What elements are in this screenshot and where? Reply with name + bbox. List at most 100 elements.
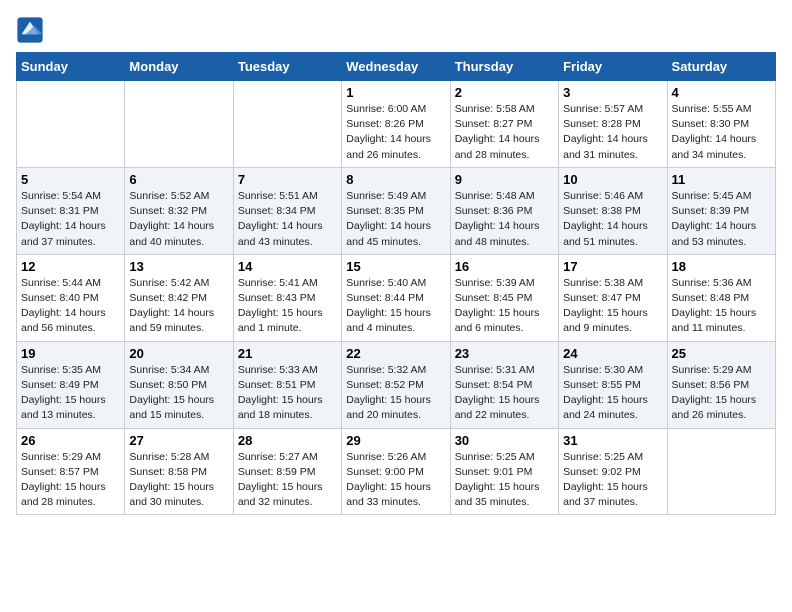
calendar-cell: 8 Sunrise: 5:49 AM Sunset: 8:35 PM Daylig… — [342, 167, 450, 254]
calendar-table: SundayMondayTuesdayWednesdayThursdayFrid… — [16, 52, 776, 515]
day-number: 8 — [346, 172, 445, 187]
logo — [16, 16, 46, 44]
day-number: 25 — [672, 346, 771, 361]
calendar-header-row: SundayMondayTuesdayWednesdayThursdayFrid… — [17, 53, 776, 81]
calendar-cell: 27 Sunrise: 5:28 AM Sunset: 8:58 PM Dayli… — [125, 428, 233, 515]
day-info: Sunrise: 5:57 AM Sunset: 8:28 PM Dayligh… — [563, 102, 662, 163]
header-monday: Monday — [125, 53, 233, 81]
calendar-cell: 10 Sunrise: 5:46 AM Sunset: 8:38 PM Dayli… — [559, 167, 667, 254]
day-number: 5 — [21, 172, 120, 187]
calendar-cell: 4Sunrise: 5:55 AM Sunset: 8:30 PM Daylig… — [667, 81, 775, 168]
calendar-cell: 23Sunrise: 5:31 AM Sunset: 8:54 PM Dayli… — [450, 341, 558, 428]
calendar-cell: 18 Sunrise: 5:36 AM Sunset: 8:48 PM Dayli… — [667, 254, 775, 341]
calendar-cell: 12 Sunrise: 5:44 AM Sunset: 8:40 PM Dayli… — [17, 254, 125, 341]
calendar-week-row: 12 Sunrise: 5:44 AM Sunset: 8:40 PM Dayli… — [17, 254, 776, 341]
day-number: 14 — [238, 259, 337, 274]
day-info: Sunrise: 5:29 AM Sunset: 8:56 PM Dayligh… — [672, 363, 771, 424]
day-info: Sunrise: 5:39 AM Sunset: 8:45 PM Dayligh… — [455, 276, 554, 337]
calendar-cell: 7 Sunrise: 5:51 AM Sunset: 8:34 PM Daylig… — [233, 167, 341, 254]
day-info: Sunrise: 5:38 AM Sunset: 8:47 PM Dayligh… — [563, 276, 662, 337]
day-info: Sunrise: 5:29 AM Sunset: 8:57 PM Dayligh… — [21, 450, 120, 511]
day-info: Sunrise: 6:00 AM Sunset: 8:26 PM Dayligh… — [346, 102, 445, 163]
day-number: 13 — [129, 259, 228, 274]
day-info: Sunrise: 5:48 AM Sunset: 8:36 PM Dayligh… — [455, 189, 554, 250]
day-number: 22 — [346, 346, 445, 361]
day-info: Sunrise: 5:46 AM Sunset: 8:38 PM Dayligh… — [563, 189, 662, 250]
calendar-cell: 6Sunrise: 5:52 AM Sunset: 8:32 PM Daylig… — [125, 167, 233, 254]
calendar-cell: 11 Sunrise: 5:45 AM Sunset: 8:39 PM Dayli… — [667, 167, 775, 254]
header-wednesday: Wednesday — [342, 53, 450, 81]
calendar-cell: 17 Sunrise: 5:38 AM Sunset: 8:47 PM Dayli… — [559, 254, 667, 341]
calendar-week-row: 5 Sunrise: 5:54 AM Sunset: 8:31 PM Daylig… — [17, 167, 776, 254]
day-number: 1 — [346, 85, 445, 100]
day-number: 10 — [563, 172, 662, 187]
calendar-cell: 30Sunrise: 5:25 AM Sunset: 9:01 PM Dayli… — [450, 428, 558, 515]
day-info: Sunrise: 5:54 AM Sunset: 8:31 PM Dayligh… — [21, 189, 120, 250]
calendar-cell: 29 Sunrise: 5:26 AM Sunset: 9:00 PM Dayli… — [342, 428, 450, 515]
calendar-cell — [233, 81, 341, 168]
calendar-cell: 5 Sunrise: 5:54 AM Sunset: 8:31 PM Daylig… — [17, 167, 125, 254]
day-number: 16 — [455, 259, 554, 274]
calendar-cell: 24 Sunrise: 5:30 AM Sunset: 8:55 PM Dayli… — [559, 341, 667, 428]
day-info: Sunrise: 5:25 AM Sunset: 9:02 PM Dayligh… — [563, 450, 662, 511]
day-info: Sunrise: 5:36 AM Sunset: 8:48 PM Dayligh… — [672, 276, 771, 337]
header-saturday: Saturday — [667, 53, 775, 81]
day-number: 26 — [21, 433, 120, 448]
day-info: Sunrise: 5:35 AM Sunset: 8:49 PM Dayligh… — [21, 363, 120, 424]
header-sunday: Sunday — [17, 53, 125, 81]
day-info: Sunrise: 5:51 AM Sunset: 8:34 PM Dayligh… — [238, 189, 337, 250]
day-info: Sunrise: 5:40 AM Sunset: 8:44 PM Dayligh… — [346, 276, 445, 337]
calendar-cell: 2 Sunrise: 5:58 AM Sunset: 8:27 PM Daylig… — [450, 81, 558, 168]
day-info: Sunrise: 5:30 AM Sunset: 8:55 PM Dayligh… — [563, 363, 662, 424]
day-info: Sunrise: 5:52 AM Sunset: 8:32 PM Dayligh… — [129, 189, 228, 250]
day-info: Sunrise: 5:33 AM Sunset: 8:51 PM Dayligh… — [238, 363, 337, 424]
calendar-cell: 3 Sunrise: 5:57 AM Sunset: 8:28 PM Daylig… — [559, 81, 667, 168]
day-info: Sunrise: 5:31 AM Sunset: 8:54 PM Dayligh… — [455, 363, 554, 424]
day-info: Sunrise: 5:49 AM Sunset: 8:35 PM Dayligh… — [346, 189, 445, 250]
calendar-cell: 13 Sunrise: 5:42 AM Sunset: 8:42 PM Dayli… — [125, 254, 233, 341]
day-info: Sunrise: 5:55 AM Sunset: 8:30 PM Dayligh… — [672, 102, 771, 163]
day-number: 31 — [563, 433, 662, 448]
calendar-cell: 1 Sunrise: 6:00 AM Sunset: 8:26 PM Daylig… — [342, 81, 450, 168]
calendar-cell — [17, 81, 125, 168]
day-number: 19 — [21, 346, 120, 361]
day-number: 7 — [238, 172, 337, 187]
calendar-cell — [667, 428, 775, 515]
day-info: Sunrise: 5:42 AM Sunset: 8:42 PM Dayligh… — [129, 276, 228, 337]
day-number: 28 — [238, 433, 337, 448]
day-number: 2 — [455, 85, 554, 100]
calendar-week-row: 19 Sunrise: 5:35 AM Sunset: 8:49 PM Dayli… — [17, 341, 776, 428]
day-number: 24 — [563, 346, 662, 361]
day-number: 27 — [129, 433, 228, 448]
calendar-cell: 16 Sunrise: 5:39 AM Sunset: 8:45 PM Dayli… — [450, 254, 558, 341]
day-number: 11 — [672, 172, 771, 187]
day-info: Sunrise: 5:58 AM Sunset: 8:27 PM Dayligh… — [455, 102, 554, 163]
calendar-cell: 21Sunrise: 5:33 AM Sunset: 8:51 PM Dayli… — [233, 341, 341, 428]
day-info: Sunrise: 5:26 AM Sunset: 9:00 PM Dayligh… — [346, 450, 445, 511]
day-number: 30 — [455, 433, 554, 448]
calendar-cell: 31 Sunrise: 5:25 AM Sunset: 9:02 PM Dayli… — [559, 428, 667, 515]
calendar-week-row: 26 Sunrise: 5:29 AM Sunset: 8:57 PM Dayli… — [17, 428, 776, 515]
day-number: 29 — [346, 433, 445, 448]
calendar-cell — [125, 81, 233, 168]
day-number: 12 — [21, 259, 120, 274]
day-info: Sunrise: 5:45 AM Sunset: 8:39 PM Dayligh… — [672, 189, 771, 250]
day-info: Sunrise: 5:41 AM Sunset: 8:43 PM Dayligh… — [238, 276, 337, 337]
header-tuesday: Tuesday — [233, 53, 341, 81]
calendar-cell: 26 Sunrise: 5:29 AM Sunset: 8:57 PM Dayli… — [17, 428, 125, 515]
day-number: 3 — [563, 85, 662, 100]
logo-icon — [16, 16, 44, 44]
header-thursday: Thursday — [450, 53, 558, 81]
calendar-cell: 20Sunrise: 5:34 AM Sunset: 8:50 PM Dayli… — [125, 341, 233, 428]
day-info: Sunrise: 5:32 AM Sunset: 8:52 PM Dayligh… — [346, 363, 445, 424]
calendar-cell: 15 Sunrise: 5:40 AM Sunset: 8:44 PM Dayli… — [342, 254, 450, 341]
day-info: Sunrise: 5:28 AM Sunset: 8:58 PM Dayligh… — [129, 450, 228, 511]
day-number: 17 — [563, 259, 662, 274]
day-info: Sunrise: 5:27 AM Sunset: 8:59 PM Dayligh… — [238, 450, 337, 511]
day-number: 20 — [129, 346, 228, 361]
day-info: Sunrise: 5:44 AM Sunset: 8:40 PM Dayligh… — [21, 276, 120, 337]
calendar-cell: 19 Sunrise: 5:35 AM Sunset: 8:49 PM Dayli… — [17, 341, 125, 428]
day-number: 15 — [346, 259, 445, 274]
day-number: 18 — [672, 259, 771, 274]
calendar-cell: 25 Sunrise: 5:29 AM Sunset: 8:56 PM Dayli… — [667, 341, 775, 428]
